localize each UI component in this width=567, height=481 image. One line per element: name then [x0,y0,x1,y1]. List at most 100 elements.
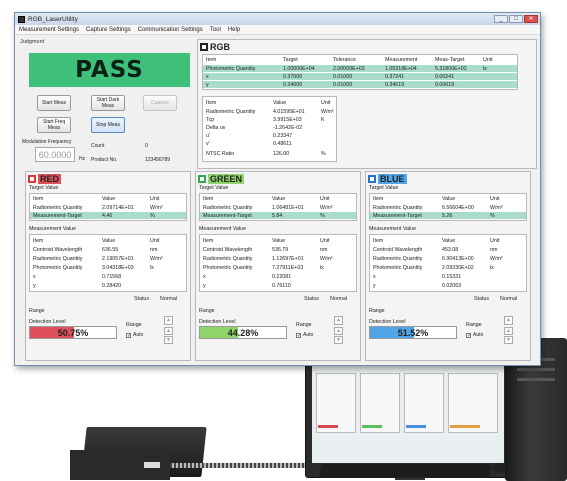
detection-level-value: 44.28% [227,328,259,338]
range-down-button[interactable]: ▼ [504,336,513,344]
auto-checkbox[interactable]: ✓ Auto [126,332,143,338]
rgb-header: RGB [200,42,230,52]
table-header-row: Item Target Tolerance Measurement Meas-T… [206,56,493,63]
checkbox-box[interactable]: ✓ [466,332,471,338]
table-header-row: Item Value Unit [206,99,331,106]
range-mid-button[interactable]: ▲ [164,327,173,335]
table-row: y 0.34000 0.01000 0.34619 0.00619 [203,81,517,88]
range-mid-button[interactable]: ▲ [504,327,513,335]
channel-chip-icon [28,175,36,183]
target-value-label: Target Value [199,185,229,191]
close-button[interactable]: ✕ [524,15,538,23]
capture-button[interactable]: Capture [143,95,177,111]
auto-label: Auto [303,332,314,338]
table-row: x 0.37000 0.01000 0.37241 0.00241 [203,73,517,80]
measurement-table: Item Value Unit Centroid Wavelength 453.… [369,234,527,292]
detection-level-label: Detection Level [29,319,66,325]
table-row: Photometric Quantity 2.09330E+02 lx [373,264,494,271]
judgment-result: PASS [29,53,190,87]
table-row: Centroid Wavelength 536.79 nm [203,246,328,253]
channel-title: BLUE [378,174,407,184]
minimize-button[interactable]: _ [494,15,508,23]
table-row: Measurement-Target 5.84 % [200,212,356,219]
status-value: Normal [500,296,518,302]
table-row: u' 0.23347 [206,132,293,139]
status-value: Normal [160,296,178,302]
window-title: RGB_LaserUtility [28,15,78,23]
channel-chip-icon [198,175,206,183]
table-row: Radiometric Quantity 2.19057E+01 W/m² [33,255,163,262]
table-header-row: Item Value Unit [373,195,500,202]
table-row: Tcp 3.9915E+03 K [206,116,325,123]
table-row: Radiometric Quantity 1.06481E+01 W/m² [203,204,333,211]
menu-tool[interactable]: Tool [210,27,221,33]
table-header-row: Item Value Unit [33,195,160,202]
table-row: v' 0.48611 [206,140,292,147]
range-label: Range [29,308,45,314]
count-label: Count [91,143,105,149]
detection-level-bar: 51.52% [369,326,457,339]
rgb-value-table: Item Value Unit Radiometric Quantity 4.0… [202,96,337,162]
range-down-button[interactable]: ▼ [334,336,343,344]
target-value-label: Target Value [369,185,399,191]
start-freq-meas-button[interactable]: Start Freq Meas [37,117,71,133]
table-row: Measurement-Target 5.26 % [370,212,526,219]
target-table: Item Value Unit Radiometric Quantity 6.5… [369,193,527,221]
channel-title: RED [38,174,62,184]
range-up-button[interactable]: ▲ [504,316,513,325]
measurement-table: Item Value Unit Centroid Wavelength 636.… [29,234,187,292]
modulation-frequency-input[interactable]: 60.0000 [35,147,75,162]
channel-panel-red: RED Target Value Item Value Unit Radiome… [25,171,191,361]
rgb-target-table: Item Target Tolerance Measurement Meas-T… [202,54,518,90]
table-row: Photometric Quantity 3.04318E+03 lx [33,264,154,271]
maximize-button[interactable]: □ [509,15,523,23]
range-label: Range [199,308,215,314]
target-value-label: Target Value [29,185,59,191]
menu-capture-settings[interactable]: Capture Settings [86,27,131,33]
channel-header: RED [28,174,62,184]
detection-level-bar: 50.75% [29,326,117,339]
usb-cable [170,463,320,468]
menu-measurement-settings[interactable]: Measurement Settings [19,27,79,33]
title-bar: RGB_LaserUtility _ □ ✕ [15,13,540,25]
checkbox-box[interactable]: ✓ [126,332,131,338]
menu-help[interactable]: Help [228,27,240,33]
detection-level-value: 51.52% [397,328,429,338]
measurement-table: Item Value Unit Centroid Wavelength 536.… [199,234,357,292]
detection-level-label: Detection Level [369,319,406,325]
table-header-row: Item Value Unit [203,195,330,202]
start-meas-button[interactable]: Start Meas [37,95,71,111]
target-table: Item Value Unit Radiometric Quantity 2.0… [29,193,187,221]
channel-title: GREEN [208,174,245,184]
measurement-value-label: Measurement Value [199,226,247,232]
table-row: y 0.02063 [373,282,462,289]
range-up-button[interactable]: ▲ [334,316,343,325]
rgb-title: RGB [210,42,230,52]
table-row: x 0.71568 [33,273,122,280]
modulation-frequency-label: Modulation Frequency [22,139,72,145]
table-row: Delta uv -1.2642E-02 [206,124,303,131]
start-dark-meas-button[interactable]: Start Dark Meas [91,95,125,111]
detection-level-value: 50.75% [57,328,89,338]
auto-checkbox[interactable]: ✓ Auto [466,332,483,338]
table-header-row: Item Value Unit [373,237,500,244]
table-row: Radiometric Quantity 1.12697E+01 W/m² [203,255,333,262]
stop-meas-button[interactable]: Stop Meas [91,117,125,133]
menu-communication-settings[interactable]: Communication Settings [138,27,203,33]
auto-checkbox[interactable]: ✓ Auto [296,332,313,338]
checkbox-box[interactable]: ✓ [296,332,301,338]
channel-chip-icon [368,175,376,183]
app-icon [18,15,25,23]
status-label: Status [474,296,490,302]
keyboard [318,464,492,478]
table-row: Radiometric Quantity 2.09714E+01 W/m² [33,204,163,211]
range-down-button[interactable]: ▼ [164,336,173,344]
status-label: Status [134,296,150,302]
status-value: Normal [330,296,348,302]
range-mid-button[interactable]: ▲ [334,327,343,335]
table-row: x 0.22081 [203,273,292,280]
range-label: Range [369,308,385,314]
range-up-button[interactable]: ▲ [164,316,173,325]
table-row: y 0.28420 [33,282,122,289]
table-row: Radiometric Quantity 4.01595E+01 W/m² [206,108,334,115]
